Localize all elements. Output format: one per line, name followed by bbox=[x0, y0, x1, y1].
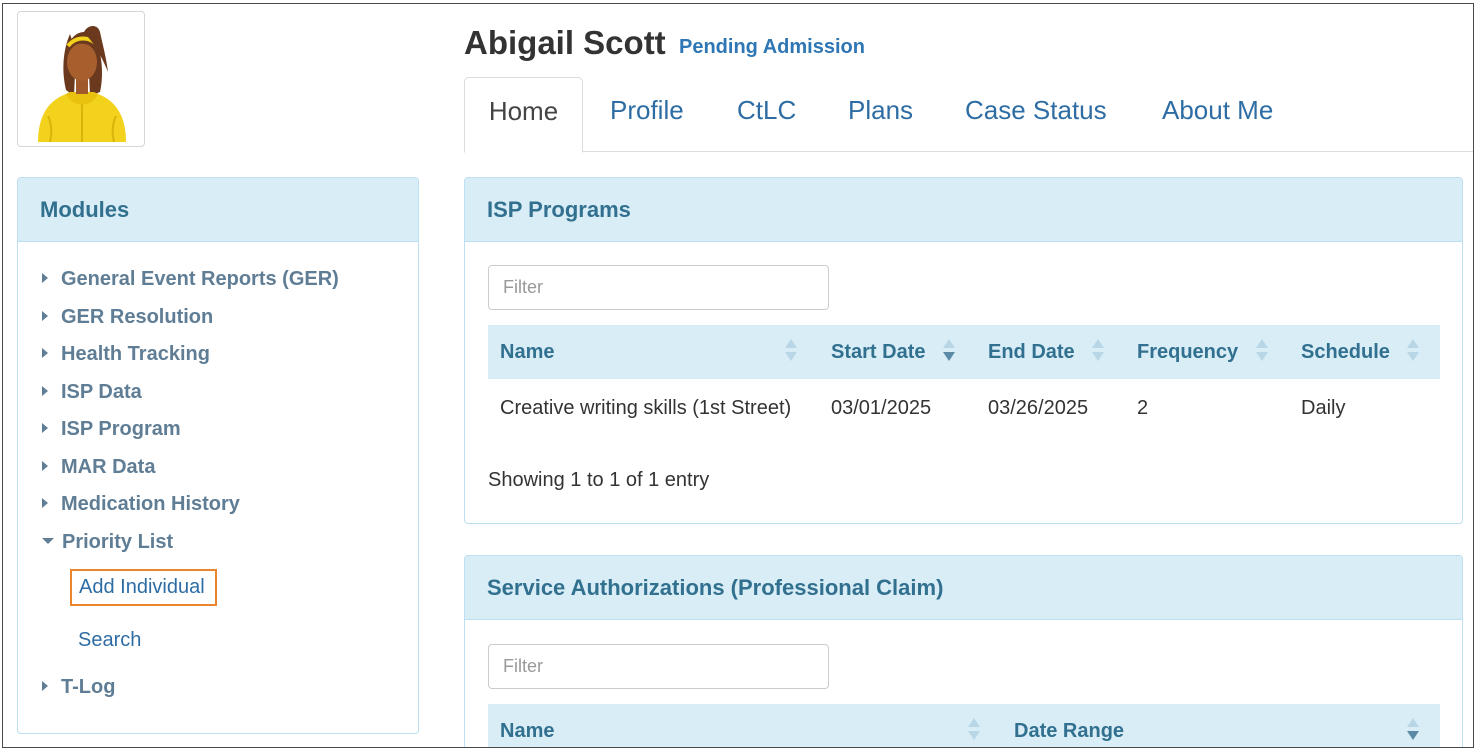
module-t-log[interactable]: T-Log bbox=[42, 676, 115, 699]
sort-desc-icon[interactable] bbox=[1407, 718, 1419, 744]
col-date-range[interactable]: Date Range bbox=[1014, 704, 1124, 747]
isp-programs-table-header: Name Start Date End Date Frequency Sched… bbox=[488, 325, 1440, 379]
app-frame: Abigail Scott Pending Admission Home Pro… bbox=[2, 3, 1474, 748]
caret-right-icon bbox=[42, 681, 48, 691]
col-schedule[interactable]: Schedule bbox=[1301, 325, 1390, 379]
module-medication-history[interactable]: Medication History bbox=[42, 493, 240, 516]
caret-right-icon bbox=[42, 273, 48, 283]
tab-plans[interactable]: Plans bbox=[848, 77, 913, 152]
caret-right-icon bbox=[42, 386, 48, 396]
module-ger-resolution[interactable]: GER Resolution bbox=[42, 306, 213, 329]
avatar bbox=[17, 11, 145, 147]
tab-profile[interactable]: Profile bbox=[610, 77, 684, 152]
col-end-date[interactable]: End Date bbox=[988, 325, 1075, 379]
module-ger[interactable]: General Event Reports (GER) bbox=[42, 268, 339, 291]
modules-title: Modules bbox=[18, 178, 418, 242]
sort-icon[interactable] bbox=[1407, 339, 1419, 365]
col-name[interactable]: Name bbox=[500, 325, 554, 379]
service-auth-table-header: Name Date Range bbox=[488, 704, 1440, 747]
col-start-date[interactable]: Start Date bbox=[831, 325, 925, 379]
service-authorizations-title: Service Authorizations (Professional Cla… bbox=[465, 556, 1462, 620]
module-health-tracking[interactable]: Health Tracking bbox=[42, 343, 210, 366]
sort-icon[interactable] bbox=[785, 339, 797, 365]
caret-right-icon bbox=[42, 311, 48, 321]
module-mar-data[interactable]: MAR Data bbox=[42, 456, 155, 479]
isp-programs-filter-input[interactable] bbox=[488, 265, 829, 310]
isp-programs-title: ISP Programs bbox=[465, 178, 1462, 242]
service-authorizations-panel: Service Authorizations (Professional Cla… bbox=[464, 555, 1463, 747]
table-info: Showing 1 to 1 of 1 entry bbox=[488, 469, 710, 491]
module-isp-program[interactable]: ISP Program bbox=[42, 418, 181, 441]
tab-about-me[interactable]: About Me bbox=[1162, 77, 1273, 152]
person-name: Abigail Scott bbox=[464, 24, 666, 61]
module-isp-data[interactable]: ISP Data bbox=[42, 381, 142, 404]
sort-icon[interactable] bbox=[1256, 339, 1268, 365]
caret-right-icon bbox=[42, 461, 48, 471]
sort-icon[interactable] bbox=[1092, 339, 1104, 365]
modules-panel: Modules General Event Reports (GER) GER … bbox=[17, 177, 419, 734]
cell-frequency: 2 bbox=[1137, 397, 1149, 419]
module-priority-list[interactable]: Priority List bbox=[42, 531, 173, 554]
service-auth-filter-input[interactable] bbox=[488, 644, 829, 689]
admission-status-badge: Pending Admission bbox=[679, 36, 865, 58]
caret-right-icon bbox=[42, 498, 48, 508]
cell-start-date: 03/01/2025 bbox=[831, 397, 932, 419]
isp-programs-panel: ISP Programs Name Start Date End Date Fr… bbox=[464, 177, 1463, 524]
avatar-person-icon bbox=[38, 26, 126, 143]
search-link[interactable]: Search bbox=[78, 629, 141, 652]
tab-bar: Home Profile CtLC Plans Case Status Abou… bbox=[464, 77, 1473, 153]
tab-home[interactable]: Home bbox=[464, 77, 583, 153]
sort-icon[interactable] bbox=[968, 718, 980, 744]
cell-name: Creative writing skills (1st Street) bbox=[500, 397, 792, 419]
col-name[interactable]: Name bbox=[500, 704, 554, 747]
caret-right-icon bbox=[42, 423, 48, 433]
cell-end-date: 03/26/2025 bbox=[988, 397, 1089, 419]
add-individual-link[interactable]: Add Individual bbox=[70, 569, 217, 606]
cell-schedule: Daily bbox=[1301, 397, 1346, 419]
caret-right-icon bbox=[42, 348, 48, 358]
tab-ctlc[interactable]: CtLC bbox=[737, 77, 796, 152]
caret-down-icon bbox=[42, 538, 54, 544]
tab-case-status[interactable]: Case Status bbox=[965, 77, 1107, 152]
col-frequency[interactable]: Frequency bbox=[1137, 325, 1238, 379]
sort-desc-icon[interactable] bbox=[943, 339, 955, 365]
